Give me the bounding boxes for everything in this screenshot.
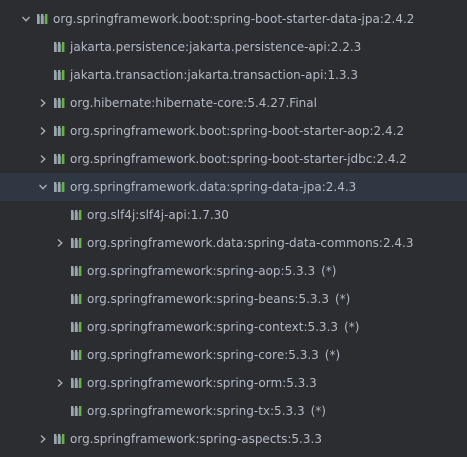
dependency-coordinate: org.springframework:spring-orm:5.3.3 bbox=[87, 376, 317, 390]
dependency-coordinate: org.springframework.data:spring-data-com… bbox=[87, 236, 414, 250]
tree-node-label: org.springframework.boot:spring-boot-sta… bbox=[70, 145, 407, 173]
chevron-right-icon[interactable] bbox=[54, 237, 66, 249]
library-icon bbox=[53, 41, 67, 53]
dependency-coordinate: org.springframework:spring-aop:5.3.3 bbox=[87, 264, 316, 278]
omitted-marker: (*) bbox=[324, 348, 341, 362]
dependency-coordinate: org.hibernate:hibernate-core:5.4.27.Fina… bbox=[70, 96, 317, 110]
library-icon bbox=[70, 349, 84, 361]
library-icon bbox=[70, 377, 84, 389]
tree-node-label: org.springframework:spring-tx:5.3.3 (*) bbox=[87, 397, 326, 425]
dependency-coordinate: jakarta.transaction:jakarta.transaction-… bbox=[70, 68, 358, 82]
dependency-coordinate: org.springframework.data:spring-data-jpa… bbox=[70, 180, 357, 194]
library-icon bbox=[53, 97, 67, 109]
tree-row[interactable]: org.springframework.boot:spring-boot-sta… bbox=[0, 117, 467, 145]
dependency-coordinate: org.slf4j:slf4j-api:1.7.30 bbox=[87, 208, 229, 222]
tree-node-label: jakarta.persistence:jakarta.persistence-… bbox=[70, 33, 361, 61]
tree-row[interactable]: org.slf4j:slf4j-api:1.7.30 bbox=[0, 201, 467, 229]
tree-node-label: org.springframework:spring-context:5.3.3… bbox=[87, 313, 359, 341]
tree-node-label: org.springframework.data:spring-data-com… bbox=[87, 229, 414, 257]
library-icon bbox=[70, 237, 84, 249]
tree-node-label: jakarta.transaction:jakarta.transaction-… bbox=[70, 61, 358, 89]
library-icon bbox=[70, 265, 84, 277]
library-icon bbox=[53, 181, 67, 193]
tree-node-label: org.springframework:spring-core:5.3.3 (*) bbox=[87, 341, 340, 369]
dependency-coordinate: jakarta.persistence:jakarta.persistence-… bbox=[70, 40, 362, 54]
dependency-coordinate: org.springframework:spring-context:5.3.3 bbox=[87, 320, 339, 334]
omitted-marker: (*) bbox=[310, 404, 326, 418]
chevron-right-icon[interactable] bbox=[37, 97, 49, 109]
dependency-coordinate: org.springframework:spring-beans:5.3.3 bbox=[87, 292, 329, 306]
dependency-tree: org.springframework.boot:spring-boot-sta… bbox=[0, 5, 467, 453]
dependency-coordinate: org.springframework:spring-tx:5.3.3 bbox=[87, 404, 305, 418]
library-icon bbox=[70, 405, 84, 417]
chevron-down-icon[interactable] bbox=[20, 13, 32, 25]
tree-row[interactable]: org.springframework.data:spring-data-com… bbox=[0, 229, 467, 257]
tree-row[interactable]: org.springframework.data:spring-data-jpa… bbox=[0, 173, 467, 201]
library-icon bbox=[53, 433, 67, 445]
tree-row[interactable]: org.hibernate:hibernate-core:5.4.27.Fina… bbox=[0, 89, 467, 117]
tree-row[interactable]: org.springframework:spring-orm:5.3.3 bbox=[0, 369, 467, 397]
tree-node-label: org.springframework:spring-beans:5.3.3 (*… bbox=[87, 285, 350, 313]
library-icon bbox=[70, 293, 84, 305]
chevron-right-icon[interactable] bbox=[37, 125, 49, 137]
tree-node-label: org.springframework:spring-aspects:5.3.3 bbox=[70, 425, 322, 453]
tree-row[interactable]: org.springframework.boot:spring-boot-sta… bbox=[0, 5, 467, 33]
tree-row[interactable]: org.springframework.boot:spring-boot-sta… bbox=[0, 145, 467, 173]
chevron-right-icon[interactable] bbox=[37, 433, 49, 445]
tree-node-label: org.hibernate:hibernate-core:5.4.27.Fina… bbox=[70, 89, 317, 117]
tree-row[interactable]: org.springframework:spring-aspects:5.3.3 bbox=[0, 425, 467, 453]
tree-node-label: org.springframework:spring-orm:5.3.3 bbox=[87, 369, 317, 397]
omitted-marker: (*) bbox=[344, 320, 360, 334]
library-icon bbox=[70, 321, 84, 333]
chevron-right-icon[interactable] bbox=[37, 153, 49, 165]
tree-row[interactable]: org.springframework:spring-context:5.3.3… bbox=[0, 313, 467, 341]
dependency-coordinate: org.springframework:spring-core:5.3.3 bbox=[87, 348, 319, 362]
tree-row[interactable]: jakarta.persistence:jakarta.persistence-… bbox=[0, 33, 467, 61]
library-icon bbox=[53, 125, 67, 137]
chevron-down-icon[interactable] bbox=[37, 181, 49, 193]
dependency-coordinate: org.springframework:spring-aspects:5.3.3 bbox=[70, 432, 322, 446]
tree-row[interactable]: org.springframework:spring-core:5.3.3 (*) bbox=[0, 341, 467, 369]
tree-node-label: org.slf4j:slf4j-api:1.7.30 bbox=[87, 201, 229, 229]
tree-row[interactable]: jakarta.transaction:jakarta.transaction-… bbox=[0, 61, 467, 89]
tree-row[interactable]: org.springframework:spring-tx:5.3.3 (*) bbox=[0, 397, 467, 425]
tree-row[interactable]: org.springframework:spring-aop:5.3.3 (*) bbox=[0, 257, 467, 285]
tree-row[interactable]: org.springframework:spring-beans:5.3.3 (*… bbox=[0, 285, 467, 313]
omitted-marker: (*) bbox=[321, 264, 337, 278]
dependency-coordinate: org.springframework.boot:spring-boot-sta… bbox=[70, 152, 407, 166]
library-icon bbox=[70, 209, 84, 221]
tree-node-label: org.springframework.boot:spring-boot-sta… bbox=[53, 5, 414, 33]
library-icon bbox=[36, 13, 50, 25]
tree-node-label: org.springframework:spring-aop:5.3.3 (*) bbox=[87, 257, 336, 285]
dependency-coordinate: org.springframework.boot:spring-boot-sta… bbox=[53, 12, 415, 26]
library-icon bbox=[53, 69, 67, 81]
tree-node-label: org.springframework.boot:spring-boot-sta… bbox=[70, 117, 404, 145]
dependency-coordinate: org.springframework.boot:spring-boot-sta… bbox=[70, 124, 405, 138]
tree-node-label: org.springframework.data:spring-data-jpa… bbox=[70, 173, 356, 201]
chevron-right-icon[interactable] bbox=[54, 377, 66, 389]
library-icon bbox=[53, 153, 67, 165]
omitted-marker: (*) bbox=[335, 292, 351, 306]
